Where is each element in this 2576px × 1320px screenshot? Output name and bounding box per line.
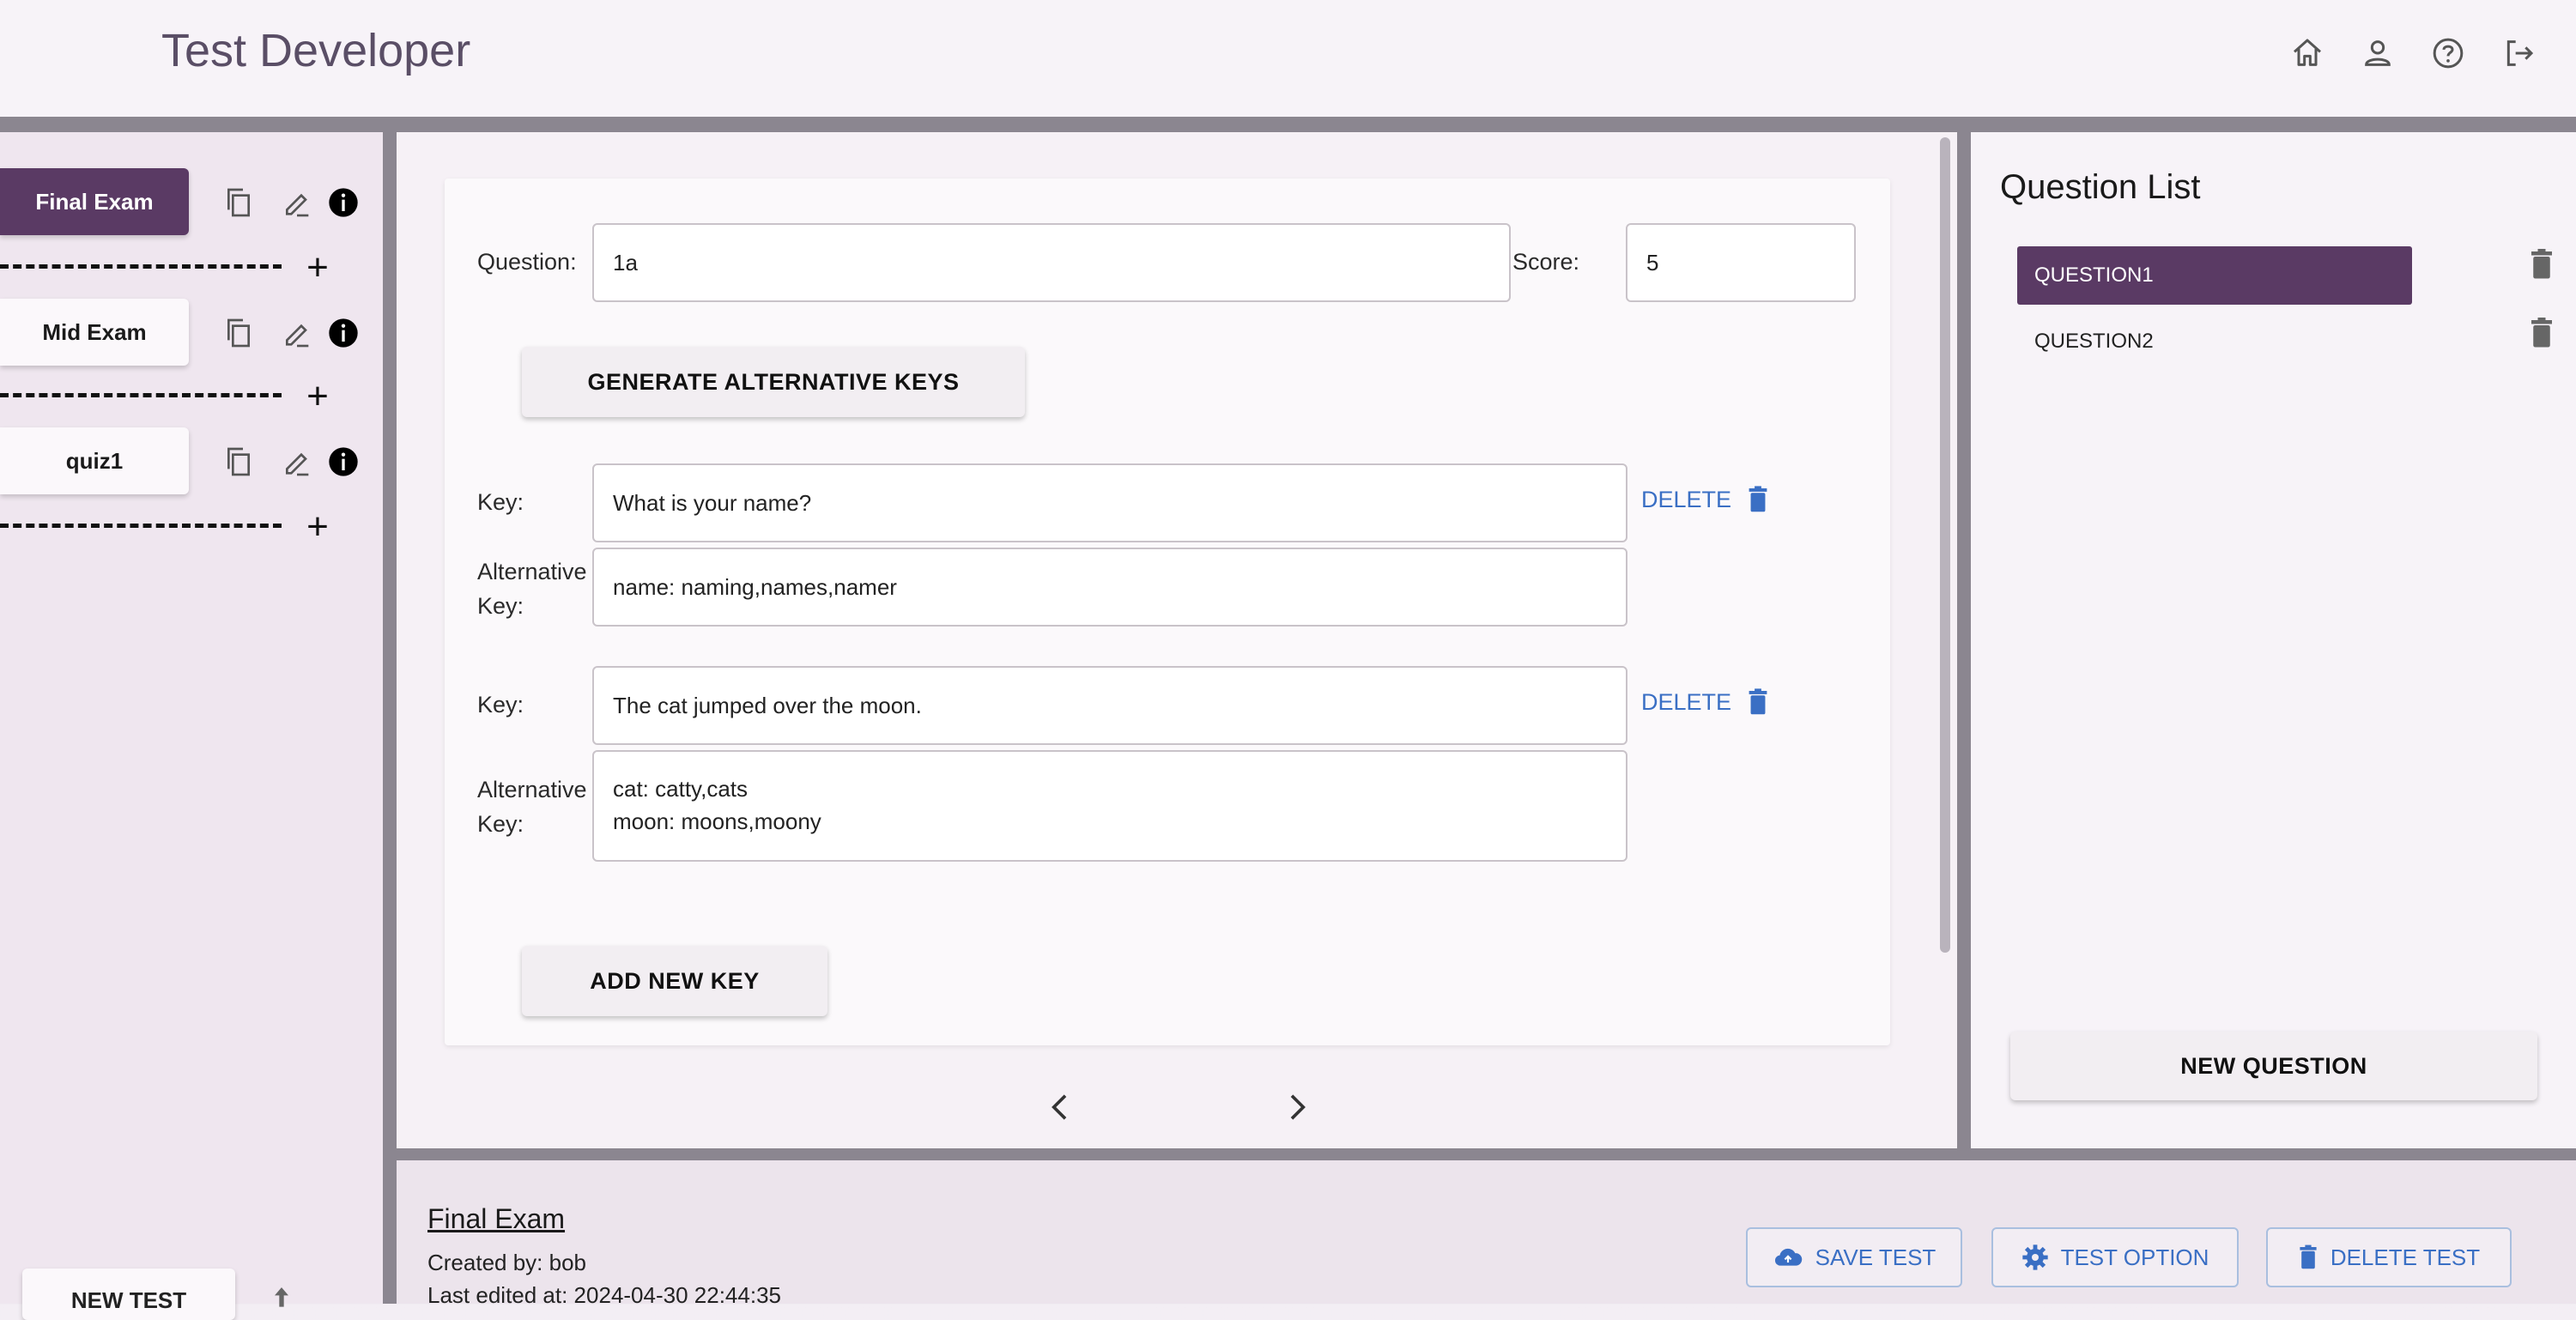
alternative-key-input[interactable]: name: naming,names,namer (592, 548, 1627, 627)
app-title: Test Developer (161, 25, 471, 76)
editor-scrollbar[interactable] (1940, 137, 1950, 953)
alternative-key-label: Alternative Key: (477, 777, 587, 837)
last-edited-text: Last edited at: 2024-04-30 22:44:35 (427, 1282, 781, 1308)
test-item-mid-exam[interactable]: Mid Exam (0, 299, 189, 366)
question-list-item-question1[interactable]: QUESTION1 (2017, 246, 2412, 305)
delete-key-label: DELETE (1641, 688, 1732, 715)
trash-icon[interactable] (2529, 249, 2558, 283)
key-label: Key: (477, 692, 524, 718)
trash-icon (1747, 688, 1769, 716)
question-list-item-question2[interactable]: QUESTION2 (2017, 312, 2412, 371)
key-input[interactable]: The cat jumped over the moon. (592, 666, 1627, 745)
info-icon[interactable] (326, 185, 361, 220)
upload-icon[interactable] (268, 1284, 295, 1311)
add-test-plus-icon[interactable]: + (302, 249, 333, 287)
test-option-label: TEST OPTION (2060, 1244, 2209, 1270)
score-label: Score: (1512, 249, 1580, 275)
delete-test-button[interactable]: DELETE TEST (2266, 1227, 2512, 1287)
score-input[interactable]: 5 (1626, 223, 1856, 302)
trash-icon (1747, 486, 1769, 513)
cloud-upload-icon (1773, 1244, 1803, 1270)
gear-icon (2021, 1244, 2049, 1271)
delete-test-label: DELETE TEST (2330, 1244, 2481, 1270)
footer-test-title[interactable]: Final Exam (427, 1203, 565, 1235)
alternative-key-label: Alternative Key: (477, 559, 587, 619)
header-divider (0, 117, 2576, 132)
save-test-button[interactable]: SAVE TEST (1746, 1227, 1962, 1287)
delete-key-button[interactable]: DELETE (1641, 486, 1769, 513)
new-question-button[interactable]: NEW QUESTION (2010, 1032, 2537, 1100)
help-icon[interactable] (2431, 36, 2465, 70)
info-icon[interactable] (326, 445, 361, 479)
editor-divider[interactable] (1957, 132, 1971, 1148)
insert-divider (0, 393, 282, 397)
add-test-plus-icon[interactable]: + (302, 378, 333, 415)
add-test-plus-icon[interactable]: + (302, 508, 333, 546)
generate-alternative-keys-button[interactable]: GENERATE ALTERNATIVE KEYS (522, 347, 1025, 417)
copy-icon[interactable] (221, 185, 256, 220)
home-icon[interactable] (2290, 36, 2324, 70)
insert-divider (0, 264, 282, 269)
question-list-title: Question List (2000, 168, 2201, 206)
edit-icon[interactable] (280, 445, 314, 479)
key-label: Key: (477, 489, 524, 515)
delete-key-button[interactable]: DELETE (1641, 688, 1769, 716)
sidebar-divider[interactable] (383, 132, 397, 1304)
new-test-button[interactable]: NEW TEST (22, 1269, 235, 1320)
add-new-key-button[interactable]: ADD NEW KEY (522, 946, 827, 1016)
copy-icon[interactable] (221, 445, 256, 479)
trash-icon[interactable] (2529, 318, 2558, 352)
key-input[interactable]: What is your name? (592, 463, 1627, 542)
question-label: Question: (477, 249, 577, 275)
info-icon[interactable] (326, 316, 361, 350)
edit-icon[interactable] (280, 316, 314, 350)
logout-icon[interactable] (2501, 36, 2536, 70)
user-icon[interactable] (2361, 36, 2395, 70)
copy-icon[interactable] (221, 316, 256, 350)
trash-icon (2298, 1244, 2318, 1270)
chevron-right-icon[interactable] (1279, 1090, 1313, 1124)
delete-key-label: DELETE (1641, 486, 1732, 512)
test-item-quiz1[interactable]: quiz1 (0, 427, 189, 494)
created-by-text: Created by: bob (427, 1250, 587, 1275)
edit-icon[interactable] (280, 185, 314, 220)
insert-divider (0, 524, 282, 528)
test-option-button[interactable]: TEST OPTION (1991, 1227, 2239, 1287)
footer-divider (397, 1148, 2576, 1160)
test-item-final-exam[interactable]: Final Exam (0, 168, 189, 235)
question-input[interactable]: 1a (592, 223, 1511, 302)
alternative-key-input[interactable]: cat: catty,cats moon: moons,moony (592, 750, 1627, 862)
chevron-left-icon[interactable] (1044, 1090, 1078, 1124)
save-test-label: SAVE TEST (1815, 1244, 1937, 1270)
